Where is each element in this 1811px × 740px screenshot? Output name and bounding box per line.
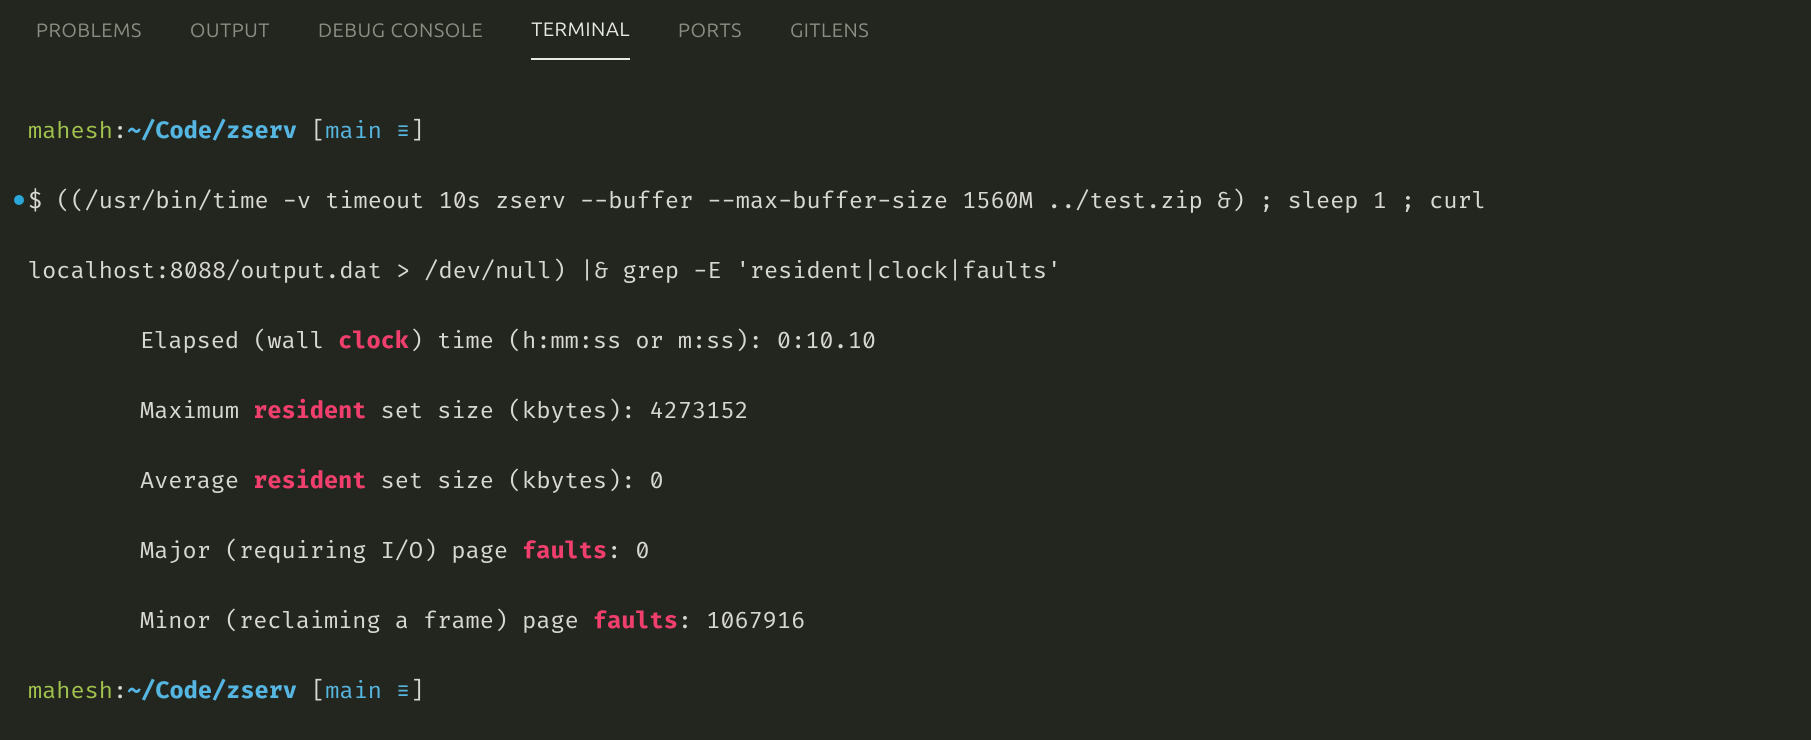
grep-match: clock [338, 328, 409, 356]
prompt-bracket-close: ] [410, 118, 424, 146]
command-text: $ ((/usr/bin/time -v timeout 10s zserv -… [28, 188, 1486, 216]
grep-match: resident [253, 398, 366, 426]
command-line-cont: localhost:8088/output.dat > /dev/null) |… [28, 255, 1811, 290]
output-text: set size (kbytes): 0 [366, 468, 663, 496]
output-line: Maximum resident set size (kbytes): 4273… [28, 395, 1811, 430]
prompt-sep: : [113, 118, 127, 146]
prompt-branch: main ≡ [325, 678, 410, 706]
tab-problems[interactable]: PROBLEMS [36, 0, 142, 59]
tab-gitlens[interactable]: GITLENS [790, 0, 869, 59]
prompt-line: mahesh:~/Code/zserv [main ≡] [28, 115, 1811, 150]
prompt-line: mahesh:~/Code/zserv [main ≡] [28, 675, 1811, 710]
tab-output[interactable]: OUTPUT [190, 0, 270, 59]
prompt-user: mahesh [28, 118, 113, 146]
output-line: Minor (reclaiming a frame) page faults: … [28, 605, 1811, 640]
output-line: Elapsed (wall clock) time (h:mm:ss or m:… [28, 325, 1811, 360]
output-line: Major (requiring I/O) page faults: 0 [28, 535, 1811, 570]
terminal-output[interactable]: mahesh:~/Code/zserv [main ≡] $ ((/usr/bi… [0, 56, 1811, 740]
panel-tabs: PROBLEMS OUTPUT DEBUG CONSOLE TERMINAL P… [0, 0, 1811, 56]
prompt-branch: main ≡ [325, 118, 410, 146]
grep-match: faults [593, 608, 678, 636]
grep-match: faults [522, 538, 607, 566]
tab-terminal[interactable]: TERMINAL [531, 0, 630, 60]
output-text: set size (kbytes): 4273152 [366, 398, 748, 426]
prompt-user: mahesh [28, 678, 113, 706]
prompt-path: ~/Code/zserv [127, 118, 297, 146]
grep-match: resident [253, 468, 366, 496]
prompt-bracket-close: ] [410, 678, 424, 706]
output-text: ) time (h:mm:ss or m:ss): 0:10.10 [409, 328, 876, 356]
prompt-path: ~/Code/zserv [127, 678, 297, 706]
prompt-sep: : [113, 678, 127, 706]
tab-ports[interactable]: PORTS [678, 0, 742, 59]
output-text: Minor (reclaiming a frame) page [140, 608, 593, 636]
command-line: $ ((/usr/bin/time -v timeout 10s zserv -… [28, 185, 1811, 220]
output-text: Elapsed (wall [140, 328, 338, 356]
tab-debug-console[interactable]: DEBUG CONSOLE [318, 0, 483, 59]
output-text: Average [140, 468, 253, 496]
output-text: : 1067916 [678, 608, 805, 636]
output-text: Major (requiring I/O) page [140, 538, 522, 566]
output-line: Average resident set size (kbytes): 0 [28, 465, 1811, 500]
output-text: Maximum [140, 398, 253, 426]
prompt-bracket-open: [ [297, 118, 325, 146]
status-dot-icon [14, 195, 24, 205]
output-text: : 0 [607, 538, 649, 566]
prompt-bracket-open: [ [297, 678, 325, 706]
